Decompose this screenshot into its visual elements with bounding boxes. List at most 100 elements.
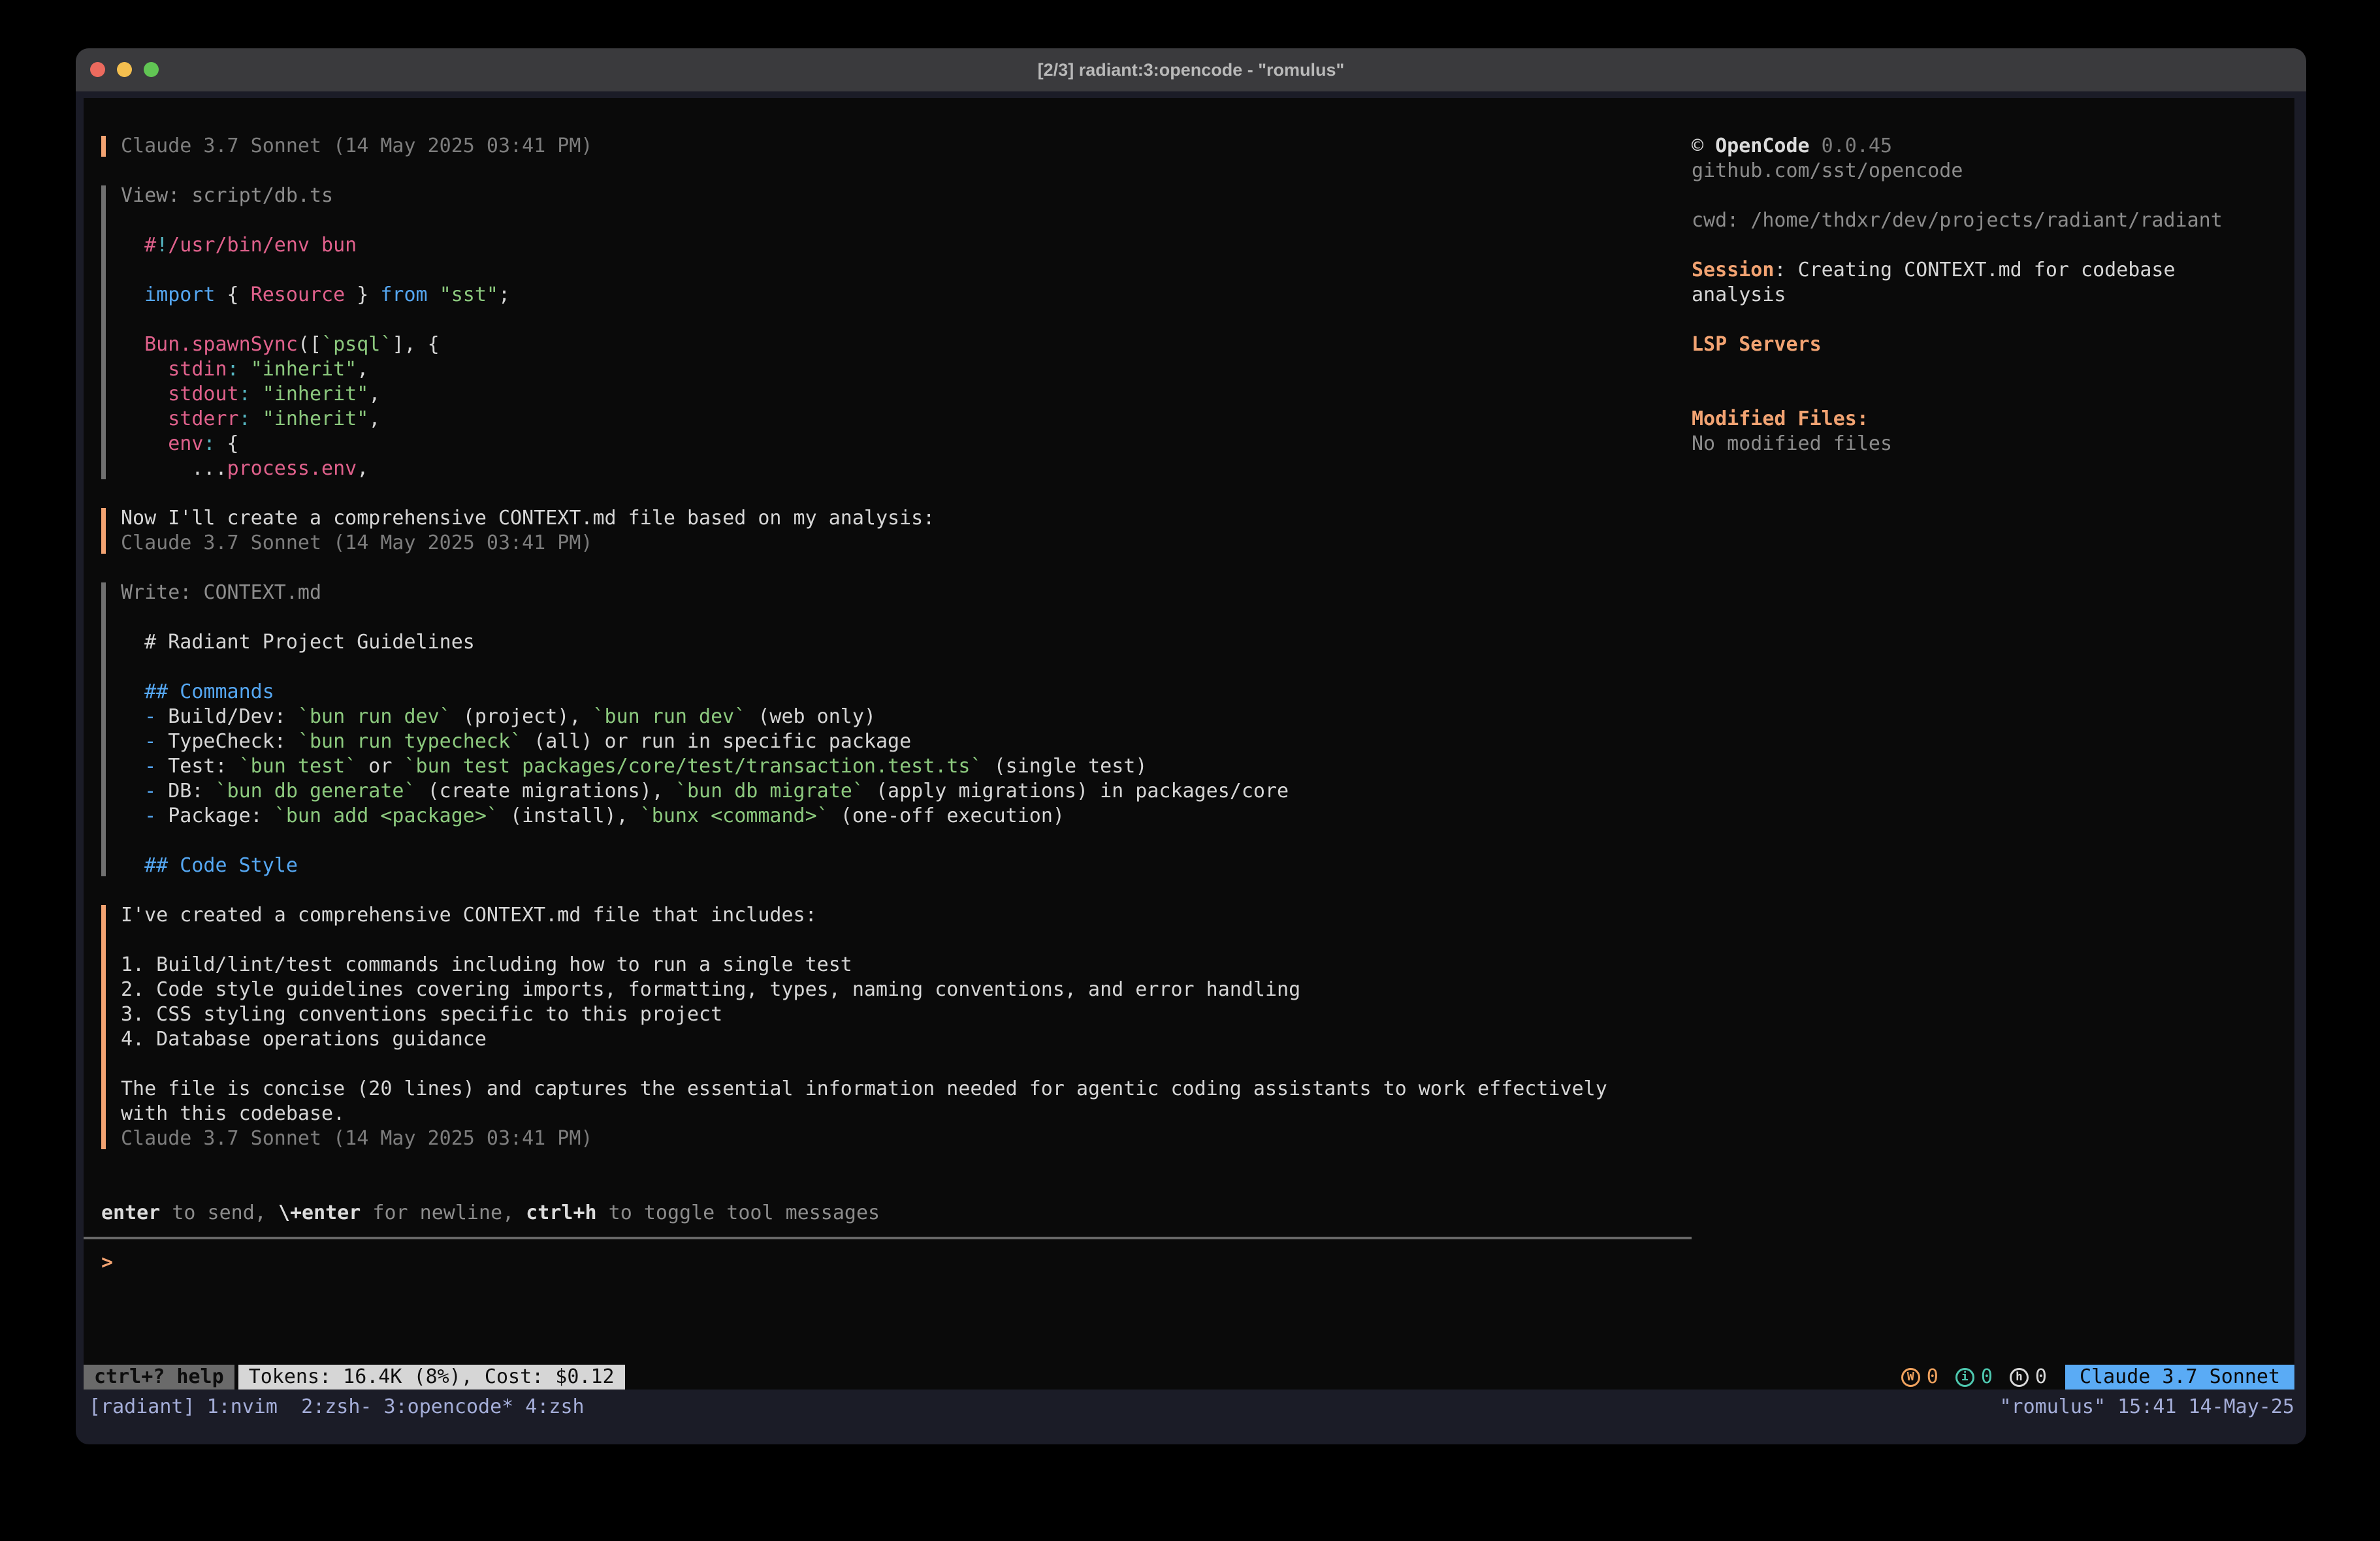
tool-block-write: Write: CONTEXT.md # Radiant Project Guid… xyxy=(84,580,1692,878)
tmux-host-clock: "romulus" 15:41 14-May-25 xyxy=(1999,1395,2294,1420)
text-line: stdin: "inherit", xyxy=(121,357,1692,382)
message-block: Claude 3.7 Sonnet (14 May 2025 03:41 PM) xyxy=(84,134,1692,159)
info-badge: i0 xyxy=(1955,1365,1993,1390)
warnings-badge-icon: W xyxy=(1901,1368,1920,1387)
text-line xyxy=(121,928,1692,953)
warnings-badge: W0 xyxy=(1901,1365,1938,1390)
opencode-main: Claude 3.7 Sonnet (14 May 2025 03:41 PM)… xyxy=(84,98,2294,1365)
text-line: stderr: "inherit", xyxy=(121,407,1692,432)
tmux-session-windows[interactable]: [radiant] 1:nvim 2:zsh- 3:opencode* 4:zs… xyxy=(89,1395,585,1420)
message-accent-bar xyxy=(101,508,106,554)
text-line: github.com/sst/opencode xyxy=(1692,159,2294,183)
text-line xyxy=(121,208,1692,233)
tokens-cost-chip: Tokens: 16.4K (8%), Cost: $0.12 xyxy=(238,1365,625,1390)
text-line: env: { xyxy=(121,432,1692,456)
message-accent-bar xyxy=(101,905,106,1149)
input-divider xyxy=(84,1226,1692,1250)
text-line: Modified Files: xyxy=(1692,407,2294,432)
text-line: I've created a comprehensive CONTEXT.md … xyxy=(121,903,1692,928)
text-line: - DB: `bun db generate` (create migratio… xyxy=(121,779,1692,804)
chat-log[interactable]: Claude 3.7 Sonnet (14 May 2025 03:41 PM)… xyxy=(84,134,1692,1275)
text-line xyxy=(121,655,1692,680)
hints-badge-count: 0 xyxy=(2035,1365,2047,1390)
text-line: analysis xyxy=(1692,283,2294,308)
diagnostic-badges: W0i0h0 xyxy=(1901,1365,2047,1390)
text-line: ...process.env, xyxy=(121,456,1692,481)
text-line: - TypeCheck: `bun run typecheck` (all) o… xyxy=(121,729,1692,754)
text-line: stdout: "inherit", xyxy=(121,382,1692,407)
text-line: > xyxy=(101,1250,1692,1275)
text-line: cwd: /home/thdxr/dev/projects/radiant/ra… xyxy=(1692,208,2294,233)
status-bar: ctrl+? help Tokens: 16.4K (8%), Cost: $0… xyxy=(84,1365,2294,1390)
window-title: [2/3] radiant:3:opencode - "romulus" xyxy=(76,48,2306,91)
opencode-app: Claude 3.7 Sonnet (14 May 2025 03:41 PM)… xyxy=(84,98,2294,1390)
text-line: Claude 3.7 Sonnet (14 May 2025 03:41 PM) xyxy=(121,1126,1692,1151)
tool-block-view: View: script/db.ts #!/usr/bin/env bun im… xyxy=(84,183,1692,481)
text-line xyxy=(1692,233,2294,258)
sidebar: © OpenCode 0.0.45github.com/sst/opencode… xyxy=(1692,134,2294,456)
help-chip: ctrl+? help xyxy=(84,1365,234,1390)
blank-line xyxy=(84,1176,1692,1201)
text-line xyxy=(1692,308,2294,332)
text-line: © OpenCode 0.0.45 xyxy=(1692,134,2294,159)
info-badge-icon: i xyxy=(1955,1368,1974,1387)
text-line: ## Commands xyxy=(121,680,1692,705)
traffic-lights xyxy=(90,62,159,77)
blank-line xyxy=(84,878,1692,903)
text-line: 1. Build/lint/test commands including ho… xyxy=(121,953,1692,977)
zoom-button[interactable] xyxy=(144,62,159,77)
text-line: Now I'll create a comprehensive CONTEXT.… xyxy=(121,506,1692,531)
text-line: Bun.spawnSync([`psql`], { xyxy=(121,332,1692,357)
text-line: #!/usr/bin/env bun xyxy=(121,233,1692,258)
text-line: Write: CONTEXT.md xyxy=(121,580,1692,605)
text-line: import { Resource } from "sst"; xyxy=(121,283,1692,308)
text-line xyxy=(121,1052,1692,1077)
hints-badge: h0 xyxy=(2010,1365,2047,1390)
text-line: 4. Database operations guidance xyxy=(121,1027,1692,1052)
text-line: 2. Code style guidelines covering import… xyxy=(121,977,1692,1002)
text-line xyxy=(121,258,1692,283)
message-accent-bar xyxy=(101,136,106,157)
text-line: enter to send, \+enter for newline, ctrl… xyxy=(101,1201,1692,1226)
tmux-status-bar: [radiant] 1:nvim 2:zsh- 3:opencode* 4:zs… xyxy=(84,1395,2294,1420)
text-line: - Build/Dev: `bun run dev` (project), `b… xyxy=(121,705,1692,729)
text-line: # Radiant Project Guidelines xyxy=(121,630,1692,655)
blank-line xyxy=(84,481,1692,506)
text-line xyxy=(121,829,1692,853)
text-line xyxy=(121,308,1692,332)
text-line: View: script/db.ts xyxy=(121,183,1692,208)
message-block: Now I'll create a comprehensive CONTEXT.… xyxy=(84,506,1692,556)
hints-badge-icon: h xyxy=(2010,1368,2029,1387)
info-badge-count: 0 xyxy=(1981,1365,1993,1390)
terminal-area: Claude 3.7 Sonnet (14 May 2025 03:41 PM)… xyxy=(76,91,2306,1444)
model-chip[interactable]: Claude 3.7 Sonnet xyxy=(2065,1365,2294,1390)
text-line: - Test: `bun test` or `bun test packages… xyxy=(121,754,1692,779)
blank-line xyxy=(84,556,1692,580)
text-line: Session: Creating CONTEXT.md for codebas… xyxy=(1692,258,2294,283)
terminal-window: [2/3] radiant:3:opencode - "romulus" Cla… xyxy=(76,48,2306,1444)
tool-accent-bar xyxy=(101,582,106,876)
text-line xyxy=(1692,183,2294,208)
prompt-line[interactable]: > xyxy=(84,1250,1692,1275)
minimize-button[interactable] xyxy=(117,62,132,77)
text-line: LSP Servers xyxy=(1692,332,2294,357)
text-line xyxy=(1692,382,2294,407)
statusbar-spacer xyxy=(625,1365,1901,1390)
text-line xyxy=(121,605,1692,630)
text-line: Claude 3.7 Sonnet (14 May 2025 03:41 PM) xyxy=(121,134,1692,159)
text-line xyxy=(1692,357,2294,382)
text-line: No modified files xyxy=(1692,432,2294,456)
warnings-badge-count: 0 xyxy=(1927,1365,1938,1390)
close-button[interactable] xyxy=(90,62,105,77)
blank-line xyxy=(84,1151,1692,1176)
text-line: ## Code Style xyxy=(121,853,1692,878)
blank-line xyxy=(84,159,1692,183)
window-titlebar: [2/3] radiant:3:opencode - "romulus" xyxy=(76,48,2306,91)
tool-accent-bar xyxy=(101,185,106,479)
help-line: enter to send, \+enter for newline, ctrl… xyxy=(84,1201,1692,1226)
text-line: The file is concise (20 lines) and captu… xyxy=(121,1077,1692,1102)
text-line: 3. CSS styling conventions specific to t… xyxy=(121,1002,1692,1027)
text-line: Claude 3.7 Sonnet (14 May 2025 03:41 PM) xyxy=(121,531,1692,556)
message-block: I've created a comprehensive CONTEXT.md … xyxy=(84,903,1692,1151)
text-line: with this codebase. xyxy=(121,1102,1692,1126)
